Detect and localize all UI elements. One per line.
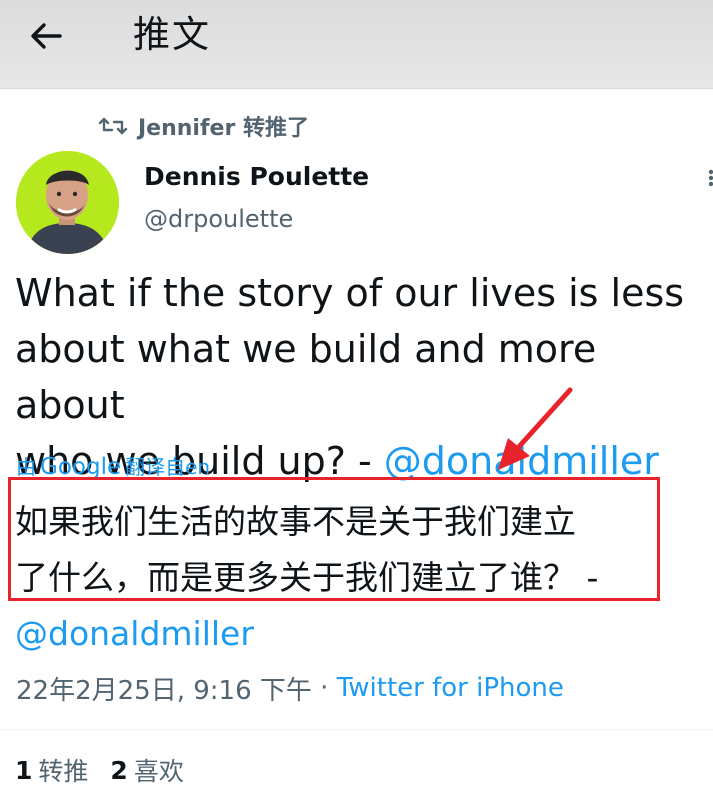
avatar-image xyxy=(16,151,119,254)
retweeted-by[interactable]: Jennifer 转推了 xyxy=(98,111,309,141)
likes-label: 喜欢 xyxy=(133,757,184,786)
translated-line-1: 如果我们生活的故事不是关于我们建立 xyxy=(15,502,576,541)
top-app-bar: 推文 xyxy=(0,0,713,89)
back-button[interactable] xyxy=(24,14,68,58)
retweets-count: 1 xyxy=(15,755,33,785)
retweet-icon xyxy=(98,117,128,135)
engagement-stats: 1 转推 2 喜欢 xyxy=(15,753,184,787)
source-link[interactable]: Twitter for iPhone xyxy=(337,673,564,703)
more-icon xyxy=(708,169,713,187)
page-title: 推文 xyxy=(133,13,211,56)
retweets-label: 转推 xyxy=(38,757,89,786)
annotation-arrow xyxy=(498,387,573,470)
translated-by[interactable]: 由 Google 翻译自en xyxy=(16,451,211,480)
author-name[interactable]: Dennis Poulette xyxy=(144,162,369,191)
retweets-stat[interactable]: 1 转推 xyxy=(15,752,88,788)
timestamp[interactable]: 22年2月25日, 9:16 下午 xyxy=(16,670,312,707)
back-arrow-icon xyxy=(31,23,62,49)
tweet-meta: 22年2月25日, 9:16 下午 · Twitter for iPhone xyxy=(16,670,564,707)
translated-by-prefix: 由 xyxy=(16,455,36,479)
avatar[interactable] xyxy=(16,151,119,254)
translated-mention-link[interactable]: @donaldmiller xyxy=(15,606,675,662)
translated-text: 如果我们生活的故事不是关于我们建立 了什么，而是更多关于我们建立了谁？ - @d… xyxy=(15,494,675,662)
divider xyxy=(0,729,713,730)
meta-separator: · xyxy=(311,673,337,703)
translated-by-suffix: 翻译自en xyxy=(125,455,211,479)
retweeted-by-text: Jennifer 转推了 xyxy=(138,116,309,141)
author-handle[interactable]: @drpoulette xyxy=(144,205,293,233)
translated-line-2: 了什么，而是更多关于我们建立了谁？ - xyxy=(15,558,599,597)
likes-stat[interactable]: 2 喜欢 xyxy=(110,752,183,788)
more-options-button[interactable] xyxy=(700,168,713,188)
likes-count: 2 xyxy=(110,755,128,785)
